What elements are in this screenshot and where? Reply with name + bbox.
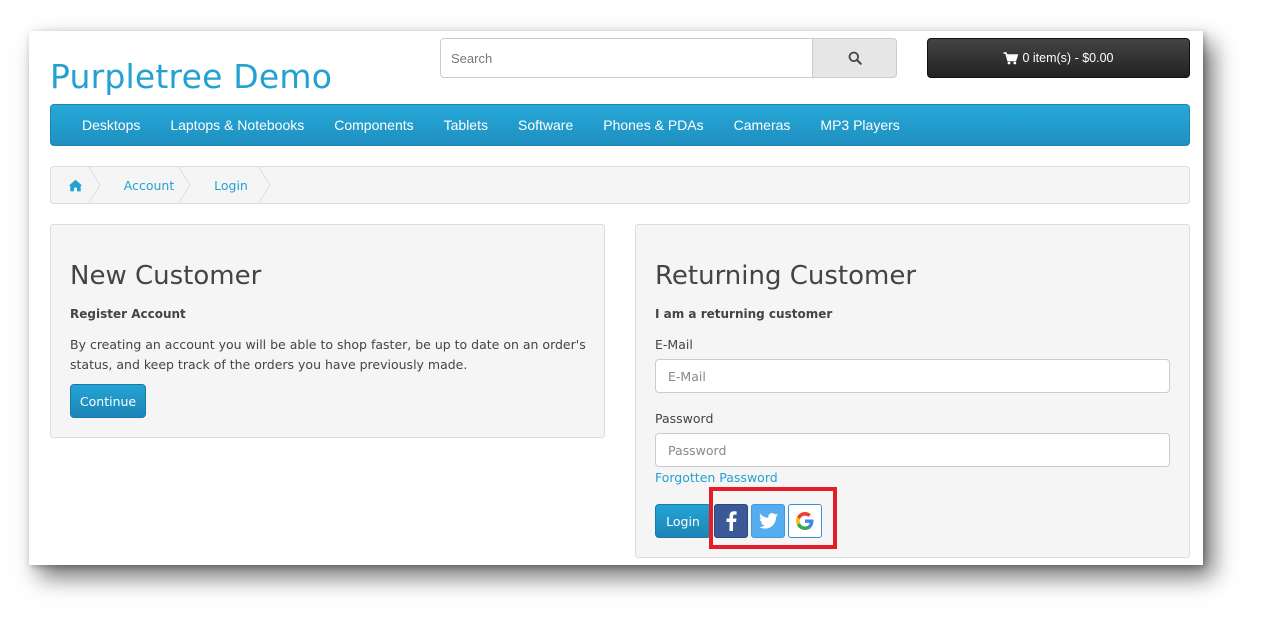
- new-customer-panel: New Customer Register Account By creatin…: [50, 224, 605, 438]
- breadcrumb-account-label: Account: [123, 177, 175, 193]
- breadcrumb-login[interactable]: Login: [189, 166, 271, 204]
- breadcrumb-separator: [258, 166, 271, 204]
- home-icon: [68, 179, 82, 191]
- shopping-cart-icon: [1003, 51, 1019, 64]
- forgotten-password-link[interactable]: Forgotten Password: [655, 470, 778, 485]
- password-field[interactable]: [655, 433, 1170, 467]
- menu-item-desktops[interactable]: Desktops: [67, 117, 155, 133]
- cart-button[interactable]: 0 item(s) - $0.00: [927, 38, 1190, 78]
- menu-item-tablets[interactable]: Tablets: [429, 117, 503, 133]
- breadcrumb-account[interactable]: Account: [99, 166, 191, 204]
- menu-item-phones-pdas[interactable]: Phones & PDAs: [588, 117, 718, 133]
- returning-customer-subtitle: I am a returning customer: [655, 307, 833, 321]
- twitter-icon: [758, 513, 778, 529]
- search-button[interactable]: [812, 38, 897, 78]
- breadcrumb: Account Login: [50, 166, 1190, 204]
- google-icon: [796, 512, 814, 530]
- breadcrumb-login-label: Login: [214, 177, 248, 193]
- main-menu: Desktops Laptops & Notebooks Components …: [50, 104, 1190, 146]
- new-customer-title: New Customer: [70, 261, 262, 291]
- facebook-login-button[interactable]: [714, 504, 748, 538]
- email-label: E-Mail: [655, 337, 693, 352]
- cart-total: 0 item(s) - $0.00: [1022, 51, 1114, 65]
- menu-item-mp3-players[interactable]: MP3 Players: [805, 117, 914, 133]
- register-description: By creating an account you will be able …: [70, 337, 586, 372]
- google-login-button[interactable]: [788, 504, 822, 538]
- menu-item-laptops-notebooks[interactable]: Laptops & Notebooks: [155, 117, 319, 133]
- login-button[interactable]: Login: [655, 504, 711, 538]
- menu-item-software[interactable]: Software: [503, 117, 588, 133]
- returning-customer-title: Returning Customer: [655, 261, 917, 291]
- menu-item-components[interactable]: Components: [319, 117, 428, 133]
- browser-page: Purpletree Demo 0 item(s) - $0.00 Deskto…: [29, 31, 1203, 565]
- menu-item-cameras[interactable]: Cameras: [719, 117, 806, 133]
- email-field[interactable]: [655, 359, 1170, 393]
- register-account-heading: Register Account: [70, 307, 186, 321]
- search-input[interactable]: [440, 38, 813, 78]
- facebook-icon: [726, 511, 737, 531]
- search-bar: [440, 38, 897, 78]
- password-label: Password: [655, 411, 714, 426]
- breadcrumb-home[interactable]: [51, 166, 101, 204]
- continue-button[interactable]: Continue: [70, 384, 146, 418]
- search-icon: [848, 51, 862, 65]
- twitter-login-button[interactable]: [751, 504, 785, 538]
- store-logo[interactable]: Purpletree Demo: [50, 57, 332, 96]
